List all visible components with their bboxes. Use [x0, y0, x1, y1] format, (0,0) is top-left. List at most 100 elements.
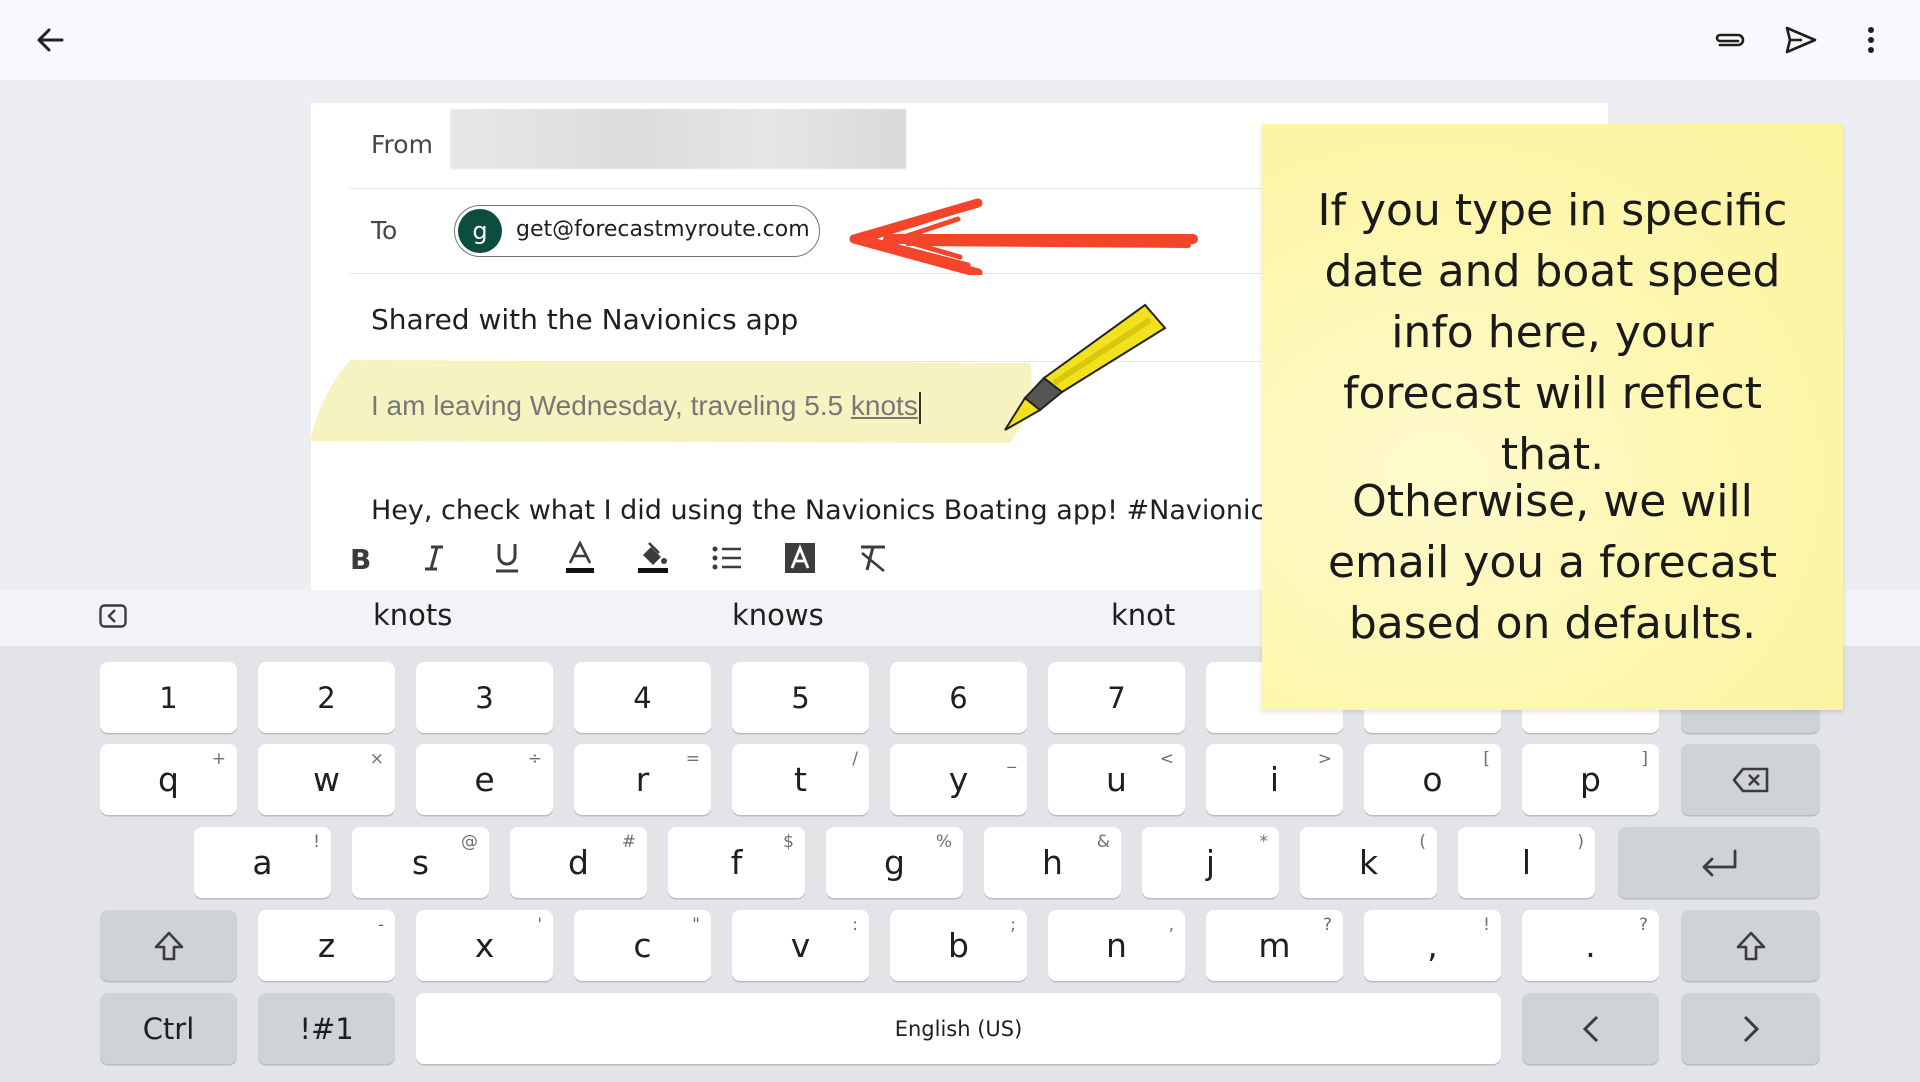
bulleted-list-icon[interactable] [705, 536, 749, 580]
key-label: y [948, 760, 969, 799]
key-x[interactable]: x ' [416, 910, 553, 981]
key-label: j [1205, 843, 1216, 882]
key-alt: ; [1010, 915, 1016, 935]
symbols-key[interactable]: !#1 [258, 993, 395, 1064]
key-s[interactable]: s @ [352, 827, 489, 898]
cursor-right-key[interactable] [1681, 993, 1820, 1064]
key-label: q [158, 760, 179, 799]
from-account-redacted[interactable] [450, 109, 906, 169]
key-u[interactable]: u < [1048, 744, 1185, 815]
red-arrow-annotation [849, 198, 1198, 275]
italic-icon[interactable] [412, 536, 456, 580]
key-r[interactable]: r = [574, 744, 711, 815]
backspace-icon [1732, 767, 1768, 792]
key-label: k [1358, 843, 1379, 882]
enter-icon [1702, 849, 1737, 876]
body-text-preview[interactable]: Hey, check what I did using the Navionic… [371, 495, 1311, 526]
key-label: x [474, 926, 495, 965]
key-g[interactable]: g% [826, 827, 963, 898]
key-period[interactable]: .? [1522, 910, 1659, 981]
key-alt: ! [1483, 915, 1490, 935]
key-e[interactable]: e ÷ [416, 744, 553, 815]
send-icon[interactable] [1773, 12, 1829, 68]
key-alt: ? [1322, 915, 1332, 935]
clear-formatting-icon[interactable] [851, 536, 895, 580]
key-d[interactable]: d # [510, 827, 647, 898]
key-alt: : [852, 915, 858, 935]
text-cursor [918, 391, 921, 424]
key-alt: " [692, 915, 700, 935]
key-3[interactable]: 3 [416, 662, 553, 733]
key-f[interactable]: f $ [668, 827, 805, 898]
key-alt: [ [1483, 749, 1490, 769]
key-6[interactable]: 6 [890, 662, 1027, 733]
text-color-icon[interactable] [558, 536, 602, 580]
key-label: v [790, 926, 811, 965]
svg-text:B: B [350, 544, 371, 572]
key-j[interactable]: j * [1142, 827, 1279, 898]
chevron-right-icon [1743, 1015, 1759, 1042]
highlight-color-icon[interactable] [631, 536, 675, 580]
key-label: h [1042, 843, 1063, 882]
key-o[interactable]: o[ [1364, 744, 1501, 815]
shift-left-key[interactable] [100, 910, 237, 981]
key-alt: & [1096, 832, 1110, 852]
backspace-key[interactable] [1681, 744, 1820, 815]
key-7[interactable]: 7 [1048, 662, 1185, 733]
key-label: i [1269, 760, 1280, 799]
key-n[interactable]: n, [1048, 910, 1185, 981]
key-i[interactable]: i > [1206, 744, 1343, 815]
key-label: n [1106, 926, 1127, 965]
ctrl-key[interactable]: Ctrl [100, 993, 237, 1064]
sticky-note-annotation: If you type in specific date and boat sp… [1262, 124, 1843, 710]
key-k[interactable]: k( [1300, 827, 1437, 898]
key-alt: , [1168, 915, 1174, 935]
key-label: o [1422, 760, 1443, 799]
space-bar[interactable]: English (US) [416, 993, 1501, 1064]
underline-icon[interactable] [485, 536, 529, 580]
back-arrow-icon[interactable] [22, 12, 78, 68]
suggestion-2[interactable]: knows [732, 598, 824, 632]
note-paragraph-1: If you type in specific date and boat sp… [1317, 185, 1788, 480]
key-alt: / [852, 749, 858, 769]
key-w[interactable]: w × [258, 744, 395, 815]
key-v[interactable]: v: [732, 910, 869, 981]
suggestion-3[interactable]: knot [1111, 598, 1175, 632]
key-m[interactable]: m? [1206, 910, 1343, 981]
key-z[interactable]: z- [258, 910, 395, 981]
key-label: l [1521, 843, 1532, 882]
cursor-left-key[interactable] [1522, 993, 1659, 1064]
collapse-keyboard-icon[interactable] [99, 604, 127, 632]
bold-icon[interactable]: B [338, 536, 382, 580]
key-label: f [730, 843, 743, 882]
text-style-icon[interactable] [778, 536, 822, 580]
avatar: g [458, 209, 502, 253]
key-t[interactable]: t / [732, 744, 869, 815]
key-alt: < [1159, 749, 1174, 769]
key-c[interactable]: c " [574, 910, 711, 981]
key-alt: % [935, 832, 952, 852]
shift-right-key[interactable] [1681, 910, 1820, 981]
key-l[interactable]: l) [1458, 827, 1595, 898]
key-1[interactable]: 1 [100, 662, 237, 733]
key-4[interactable]: 4 [574, 662, 711, 733]
subject-field[interactable]: Shared with the Navionics app [371, 303, 798, 336]
body-first-line[interactable]: I am leaving Wednesday, traveling 5.5 kn… [371, 390, 921, 424]
key-alt: @ [461, 832, 478, 852]
key-b[interactable]: b; [890, 910, 1027, 981]
more-options-icon[interactable] [1843, 12, 1899, 68]
recipient-chip[interactable]: g get@forecastmyroute.com [454, 205, 820, 257]
key-y[interactable]: y _ [890, 744, 1027, 815]
key-q[interactable]: q + [100, 744, 237, 815]
to-label: To [371, 216, 398, 245]
key-2[interactable]: 2 [258, 662, 395, 733]
suggestion-1[interactable]: knots [373, 598, 452, 632]
key-h[interactable]: h & [984, 827, 1121, 898]
key-5[interactable]: 5 [732, 662, 869, 733]
key-comma[interactable]: ,! [1364, 910, 1501, 981]
key-label: t [794, 760, 807, 799]
key-a[interactable]: a! [194, 827, 331, 898]
attach-icon[interactable] [1702, 12, 1758, 68]
enter-key[interactable] [1618, 827, 1820, 898]
key-p[interactable]: p] [1522, 744, 1659, 815]
